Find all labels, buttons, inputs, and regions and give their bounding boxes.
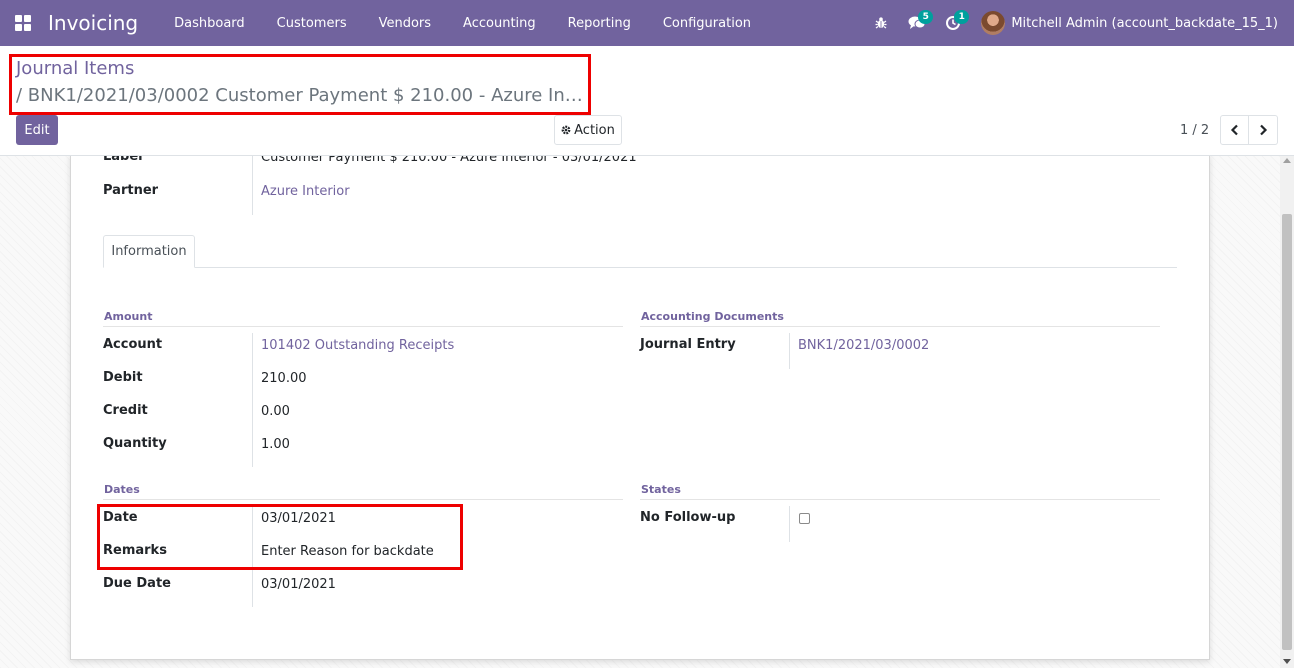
messages-count-badge: 5 (918, 10, 934, 24)
field-separator (252, 333, 253, 467)
account-field-label: Account (103, 337, 163, 352)
account-link[interactable]: 101402 Outstanding Receipts (261, 338, 454, 353)
menu-item-configuration[interactable]: Configuration (647, 0, 767, 46)
partner-field-label: Partner (103, 183, 159, 198)
app-title[interactable]: Invoicing (48, 11, 138, 35)
credit-value: 0.00 (261, 404, 290, 419)
gear-icon (561, 125, 571, 135)
chat-icon[interactable]: 5 (899, 0, 935, 46)
pager-buttons (1220, 115, 1278, 145)
menu-item-accounting[interactable]: Accounting (447, 0, 552, 46)
tab-information[interactable]: Information (103, 235, 195, 268)
partner-link[interactable]: Azure Interior (261, 184, 350, 199)
accounting-documents-section-rule (640, 326, 1160, 327)
scroll-down-arrow-icon[interactable] (1283, 659, 1291, 664)
scrollbar-thumb[interactable] (1282, 214, 1292, 650)
debit-field-label: Debit (103, 370, 143, 385)
activity-clock-icon[interactable]: 1 (935, 0, 971, 46)
activities-count-badge: 1 (954, 10, 970, 24)
menu-item-customers[interactable]: Customers (261, 0, 363, 46)
amount-section-title: Amount (104, 310, 153, 323)
action-button-label: Action (574, 122, 615, 138)
top-navbar: Invoicing Dashboard Customers Vendors Ac… (0, 0, 1294, 46)
scroll-up-arrow-icon[interactable] (1283, 158, 1291, 163)
avatar (981, 11, 1006, 35)
menu-item-dashboard[interactable]: Dashboard (158, 0, 261, 46)
states-section-title: States (641, 483, 681, 496)
vertical-scrollbar[interactable] (1280, 156, 1294, 668)
accounting-documents-section-title: Accounting Documents (641, 310, 784, 323)
user-menu[interactable]: Mitchell Admin (account_backdate_15_1) (971, 11, 1294, 35)
field-separator (252, 156, 253, 215)
credit-field-label: Credit (103, 403, 148, 418)
dates-section-rule (103, 499, 623, 500)
label-field-value: Customer Payment $ 210.00 - Azure Interi… (261, 156, 637, 165)
tab-underline (103, 267, 1177, 268)
breadcrumb-highlight-box (9, 54, 591, 115)
main-menu: Dashboard Customers Vendors Accounting R… (158, 0, 767, 46)
user-name: Mitchell Admin (account_backdate_15_1) (1011, 15, 1278, 31)
dates-highlight-box (97, 504, 463, 570)
bug-icon[interactable] (863, 0, 899, 46)
field-separator (789, 506, 790, 542)
form-sheet: Label Customer Payment $ 210.00 - Azure … (70, 156, 1210, 660)
field-separator (789, 333, 790, 369)
due-date-value: 03/01/2021 (261, 577, 336, 592)
due-date-field-label: Due Date (103, 576, 171, 591)
systray: 5 1 Mitchell Admin (account_backdate_15_… (863, 0, 1294, 46)
chevron-left-icon (1230, 124, 1238, 136)
no-followup-checkbox[interactable] (799, 513, 810, 524)
journal-entry-link[interactable]: BNK1/2021/03/0002 (798, 338, 929, 353)
states-section-rule (640, 499, 1160, 500)
quantity-value: 1.00 (261, 437, 290, 452)
quantity-field-label: Quantity (103, 436, 167, 451)
amount-section-rule (103, 326, 623, 327)
control-panel: Journal Items / BNK1/2021/03/0002 Custom… (0, 46, 1294, 156)
action-button[interactable]: Action (554, 115, 622, 145)
menu-item-vendors[interactable]: Vendors (363, 0, 447, 46)
menu-item-reporting[interactable]: Reporting (552, 0, 647, 46)
pager-next-button[interactable] (1249, 115, 1278, 145)
dates-section-title: Dates (104, 483, 140, 496)
apps-grid-icon[interactable] (0, 0, 46, 46)
edit-button[interactable]: Edit (16, 115, 58, 145)
journal-entry-field-label: Journal Entry (640, 337, 736, 352)
chevron-right-icon (1260, 124, 1268, 136)
pager-value[interactable]: 1 / 2 (1180, 123, 1209, 138)
form-view: Label Customer Payment $ 210.00 - Azure … (0, 156, 1294, 668)
debit-value: 210.00 (261, 371, 307, 386)
label-field-label: Label (103, 156, 143, 164)
no-followup-field-label: No Follow-up (640, 510, 736, 525)
pager-previous-button[interactable] (1220, 115, 1249, 145)
